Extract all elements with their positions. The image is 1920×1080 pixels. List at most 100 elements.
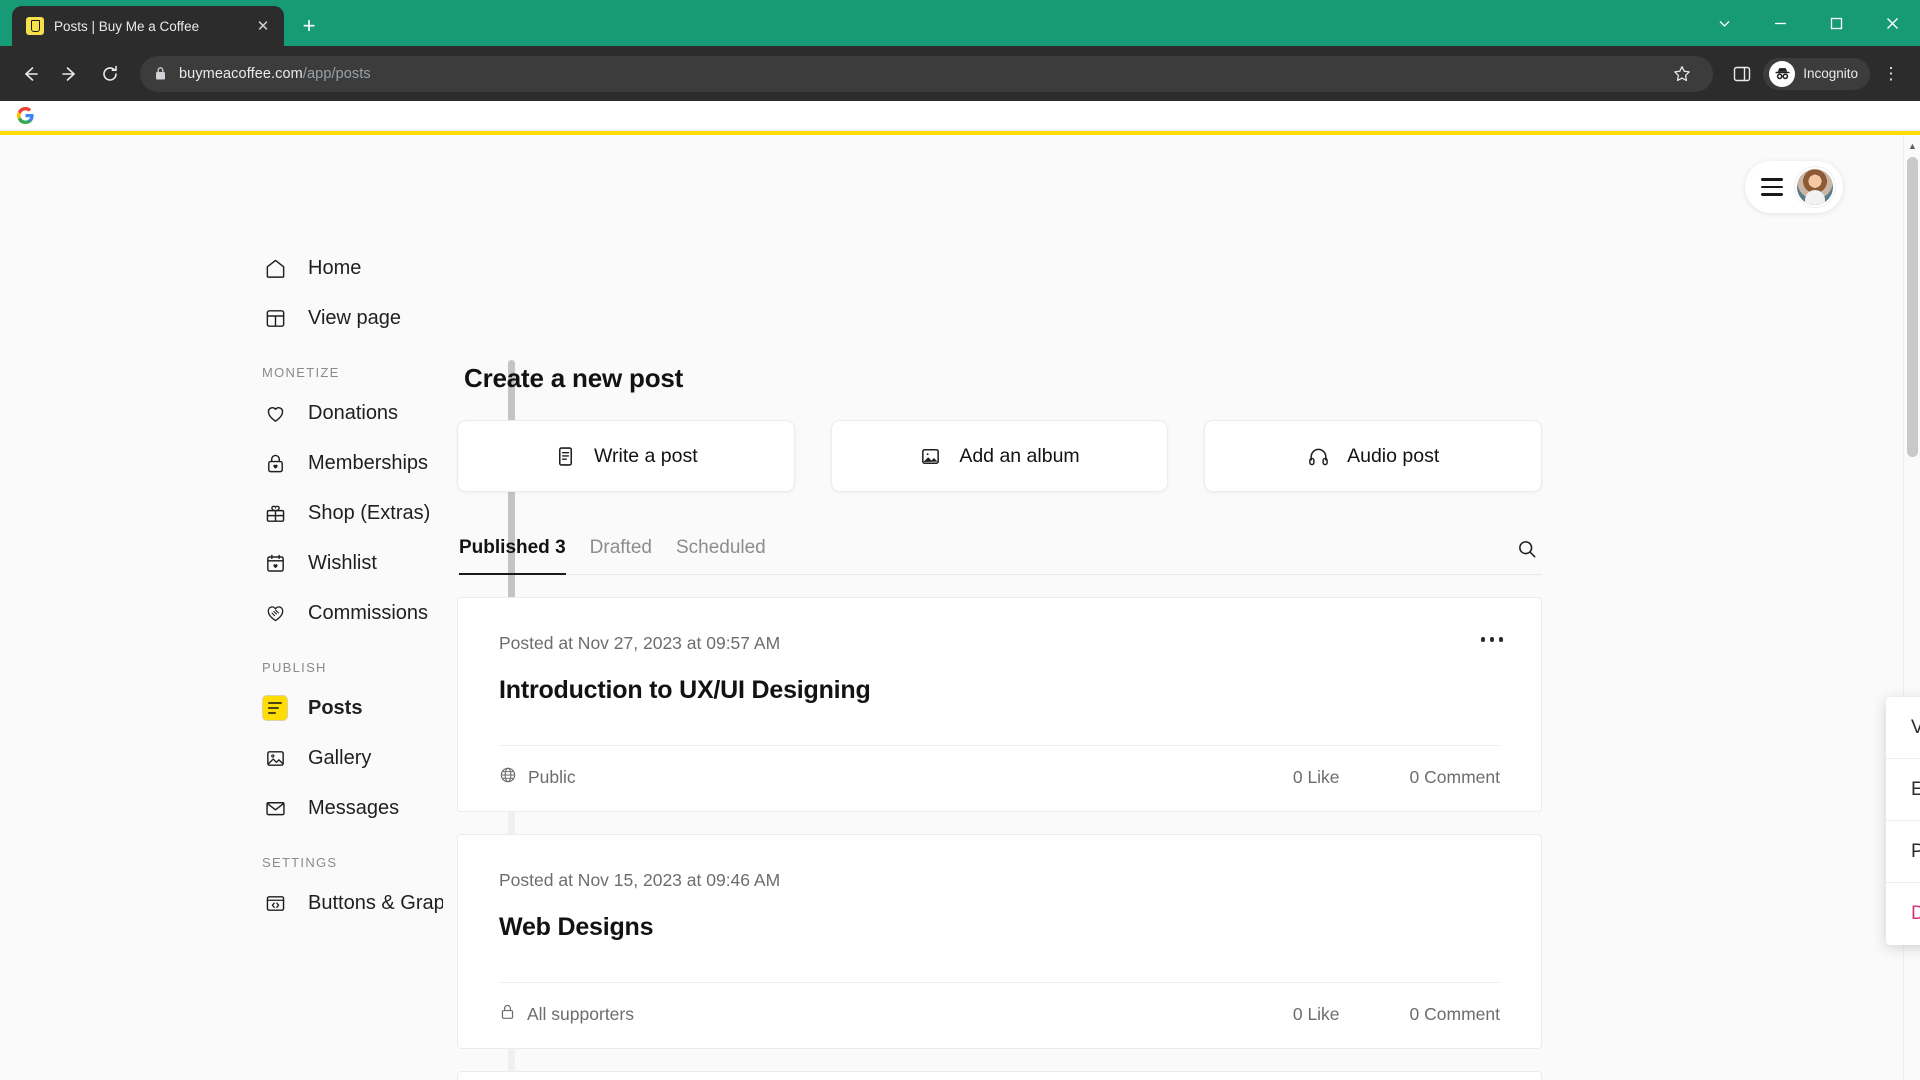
- post-date: Posted at Nov 27, 2023 at 09:57 AM: [499, 633, 781, 653]
- main-inner: Create a new post Write a post Add an al…: [457, 363, 1543, 1080]
- address-bar[interactable]: buymeacoffee.com/app/posts: [140, 55, 1714, 92]
- main-content: Create a new post Write a post Add an al…: [443, 135, 1920, 1080]
- post-header: Posted at Nov 15, 2023 at 09:06 AM: [458, 1072, 1541, 1080]
- sidebar-item-home[interactable]: Home: [262, 243, 443, 293]
- sidebar-item-label: Integrations: [308, 942, 413, 944]
- more-options-icon[interactable]: [1479, 633, 1506, 646]
- sidebar-item-label: Donations: [308, 401, 399, 424]
- page-body: Home View page MONETIZE Donations Member…: [0, 135, 1920, 1080]
- lock-icon: [499, 1003, 516, 1026]
- post-card: Posted at Nov 27, 2023 at 09:57 AM Intro…: [457, 597, 1542, 812]
- sidebar-item-label: Shop (Extras): [308, 501, 431, 524]
- scroll-up-arrow[interactable]: ▲: [1904, 137, 1920, 155]
- sidebar-item-label: Wishlist: [308, 551, 377, 574]
- add-an-album-button[interactable]: Add an album: [830, 420, 1169, 492]
- browser-menu-icon[interactable]: ⋮: [1874, 57, 1908, 91]
- post-filter-tabs: Published 3 Drafted Scheduled: [457, 534, 1542, 575]
- post-visibility-label: All supporters: [527, 1004, 634, 1024]
- post-footer: Public 0 Like 0 Comment: [458, 746, 1541, 811]
- post-likes: 0 Like: [1292, 1004, 1340, 1024]
- maximize-icon[interactable]: [1808, 0, 1864, 46]
- close-window-icon[interactable]: [1864, 0, 1920, 46]
- post-comments: 0 Comment: [1409, 767, 1500, 787]
- lock-icon: [154, 66, 167, 81]
- post-footer: All supporters 0 Like 0 Comment: [458, 983, 1541, 1048]
- side-panel-icon[interactable]: [1725, 57, 1759, 91]
- dropdown-item-edit[interactable]: Edit: [1886, 759, 1920, 821]
- incognito-badge[interactable]: Incognito: [1763, 57, 1870, 90]
- close-icon[interactable]: ✕: [252, 15, 274, 37]
- browser-tab[interactable]: Posts | Buy Me a Coffee ✕: [12, 6, 284, 46]
- tab-search-icon[interactable]: [1696, 0, 1752, 46]
- sidebar-item-wishlist[interactable]: Wishlist: [262, 538, 443, 588]
- sidebar-item-commissions[interactable]: Commissions: [262, 588, 443, 638]
- google-icon[interactable]: [14, 105, 36, 127]
- headphones-icon: [1307, 445, 1330, 468]
- sidebar-item-memberships[interactable]: Memberships: [262, 438, 443, 488]
- url-domain: buymeacoffee.com: [179, 65, 303, 82]
- write-a-post-button[interactable]: Write a post: [457, 420, 795, 492]
- window-controls: [1696, 0, 1920, 46]
- post-likes: 0 Like: [1292, 767, 1340, 787]
- star-icon[interactable]: [1665, 57, 1699, 91]
- audio-post-button[interactable]: Audio post: [1204, 420, 1543, 492]
- url-text: buymeacoffee.com/app/posts: [179, 66, 371, 82]
- sidebar-scroll-area: Home View page MONETIZE Donations Member…: [0, 243, 443, 943]
- sidebar-item-label: Posts: [308, 696, 363, 719]
- dropdown-item-view-post[interactable]: View post: [1886, 697, 1920, 759]
- create-option-label: Write a post: [593, 444, 698, 467]
- tab-strip: Posts | Buy Me a Coffee ✕ +: [0, 0, 1920, 46]
- new-tab-button[interactable]: +: [292, 9, 326, 43]
- forward-icon[interactable]: [52, 56, 88, 92]
- web-page: Home View page MONETIZE Donations Member…: [0, 131, 1920, 1080]
- lightning-icon: [262, 940, 288, 943]
- reload-icon[interactable]: [92, 56, 128, 92]
- sidebar-group-monetize: MONETIZE: [262, 365, 340, 380]
- dropdown-item-delete[interactable]: Delete: [1886, 883, 1920, 945]
- page-scrollbar-thumb[interactable]: [1907, 157, 1918, 457]
- browser-toolbar: buymeacoffee.com/app/posts Incognito ⋮: [0, 46, 1920, 101]
- globe-icon: [499, 766, 517, 789]
- post-date: Posted at Nov 15, 2023 at 09:46 AM: [499, 870, 781, 890]
- post-card: Posted at Nov 15, 2023 at 09:06 AM: [457, 1071, 1542, 1080]
- sidebar-item-buttons-graphics[interactable]: Buttons & Graphics: [262, 878, 443, 928]
- sidebar-item-posts[interactable]: Posts: [262, 683, 443, 733]
- bookmarks-bar: [0, 101, 1920, 131]
- post-visibility: Public: [499, 766, 576, 789]
- url-path: /app/posts: [302, 65, 371, 82]
- post-comments: 0 Comment: [1409, 1004, 1500, 1024]
- sidebar-item-label: Buttons & Graphics: [308, 891, 443, 914]
- sidebar-item-shop[interactable]: Shop (Extras): [262, 488, 443, 538]
- dropdown-item-pin-this-post[interactable]: Pin this post: [1886, 821, 1920, 883]
- home-icon: [262, 255, 288, 281]
- sidebar: Home View page MONETIZE Donations Member…: [0, 135, 516, 1080]
- sidebar-item-view-page[interactable]: View page: [262, 293, 443, 343]
- create-post-options: Write a post Add an album Audio post: [457, 420, 1543, 492]
- post-title[interactable]: Introduction to UX/UI Designing: [458, 654, 1541, 705]
- create-option-label: Audio post: [1347, 444, 1440, 467]
- search-icon[interactable]: [1512, 534, 1542, 564]
- code-window-icon: [262, 890, 288, 916]
- back-icon[interactable]: [12, 56, 48, 92]
- post-header: Posted at Nov 15, 2023 at 09:46 AM: [458, 835, 1541, 891]
- sidebar-item-label: View page: [308, 306, 402, 329]
- image-icon: [262, 745, 288, 771]
- layout-icon: [262, 305, 288, 331]
- tab-published[interactable]: Published 3: [459, 537, 578, 575]
- post-title[interactable]: Web Designs: [458, 891, 1541, 942]
- tab-scheduled[interactable]: Scheduled: [664, 537, 778, 574]
- tab-drafted[interactable]: Drafted: [578, 537, 664, 574]
- lock-heart-icon: [262, 450, 288, 476]
- sidebar-item-donations[interactable]: Donations: [262, 388, 443, 438]
- sidebar-item-integrations[interactable]: Integrations: [262, 928, 443, 944]
- browser-window: Posts | Buy Me a Coffee ✕ + buymeacoffee…: [0, 0, 1920, 1080]
- post-card: Posted at Nov 15, 2023 at 09:46 AM Web D…: [457, 834, 1542, 1049]
- sidebar-item-messages[interactable]: Messages: [262, 783, 443, 833]
- omnibox-actions: [1665, 57, 1699, 91]
- post-header: Posted at Nov 27, 2023 at 09:57 AM: [458, 598, 1541, 654]
- coffee-cup-icon: [26, 17, 44, 35]
- incognito-label: Incognito: [1803, 66, 1858, 81]
- sidebar-group-settings: SETTINGS: [262, 855, 338, 870]
- minimize-icon[interactable]: [1752, 0, 1808, 46]
- sidebar-item-gallery[interactable]: Gallery: [262, 733, 443, 783]
